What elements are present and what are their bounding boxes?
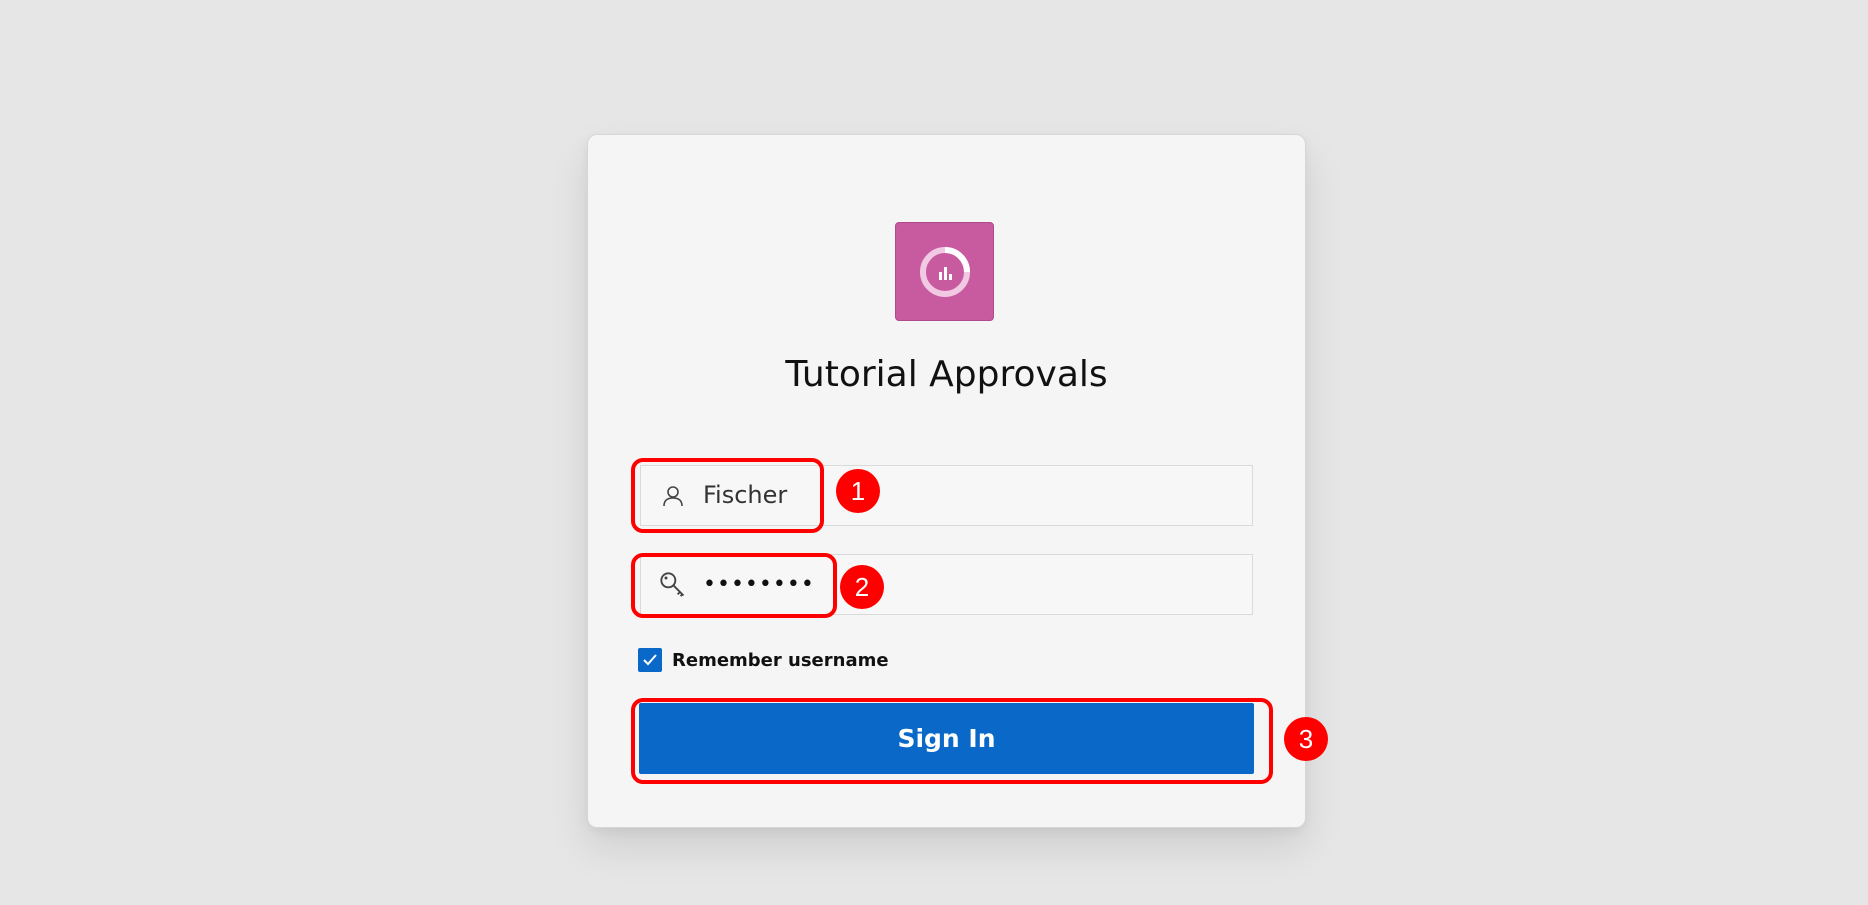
app-title: Tutorial Approvals xyxy=(785,354,1108,395)
checkmark-icon xyxy=(643,654,657,666)
remember-checkbox[interactable] xyxy=(638,648,662,672)
remember-username-row[interactable]: Remember username xyxy=(638,647,889,673)
annotation-box-2 xyxy=(631,553,837,618)
app-logo xyxy=(895,222,994,321)
annotation-box-3 xyxy=(631,698,1273,784)
annotation-badge-1: 1 xyxy=(836,469,880,513)
annotation-badge-3: 3 xyxy=(1284,717,1328,761)
donut-chart-icon xyxy=(919,246,970,297)
annotation-badge-2: 2 xyxy=(840,565,884,609)
remember-label: Remember username xyxy=(672,649,889,671)
annotation-box-1 xyxy=(631,458,824,533)
